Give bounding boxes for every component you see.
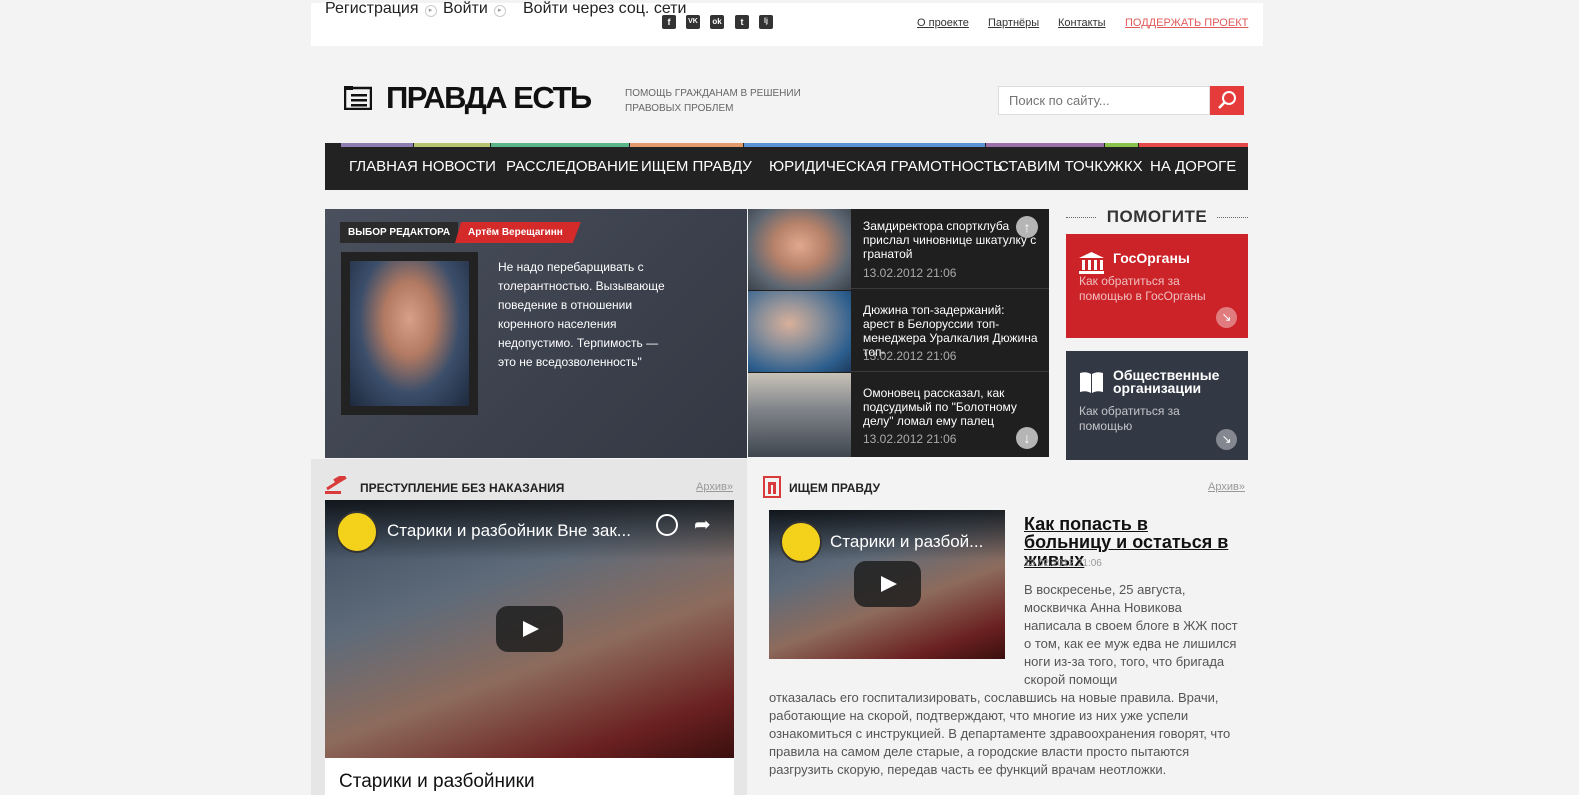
nav-seeking-truth[interactable]: ИЩЕМ ПРАВДУ [641, 143, 752, 190]
facebook-icon[interactable]: f [662, 15, 676, 29]
site-logo[interactable]: ПРАВДА ЕСТЬ [386, 80, 592, 116]
video-player[interactable]: Старики и разбой... [769, 510, 1005, 659]
article-date: 13.02.2012 21:06 [1024, 558, 1102, 569]
login-link[interactable]: Войти ▸ [443, 0, 506, 18]
site-tagline: ПОМОЩЬ ГРАЖДАНАМ В РЕШЕНИИ ПРАВОВЫХ ПРОБ… [625, 88, 801, 114]
nav-news[interactable]: НОВОСТИ [422, 143, 496, 190]
nav-investigation[interactable]: РАССЛЕДОВАНИЕ [506, 143, 639, 190]
featured-author[interactable]: Артём Верещагинн [455, 222, 581, 243]
support-project-link[interactable]: ПОДДЕРЖАТЬ ПРОЕКТ [1125, 17, 1248, 29]
scroll-up-button[interactable]: ↑ [1016, 216, 1038, 238]
video-title[interactable]: Старики и разбой... [830, 532, 983, 552]
help-box-government[interactable]: ГосОрганы Как обратиться за помощью в Го… [1066, 234, 1248, 338]
nav-on-the-road[interactable]: НА ДОРОГЕ [1150, 143, 1236, 190]
nav-final-point[interactable]: СТАВИМ ТОЧКУ [998, 143, 1113, 190]
government-building-icon [1079, 252, 1104, 274]
help-title: ПОМОГИТЕ [1066, 207, 1248, 227]
livejournal-icon[interactable]: lj [759, 15, 773, 29]
nav-home[interactable]: ГЛАВНАЯ [349, 143, 418, 190]
video-title[interactable]: Старики и разбойник Вне зак... [387, 521, 631, 541]
news-date: 13.02.2012 21:06 [863, 266, 957, 280]
share-icon[interactable]: ➦ [694, 512, 711, 537]
archive-link[interactable]: Архив» [1208, 481, 1245, 493]
arrow-diagonal-icon: ↘ [1216, 307, 1237, 328]
featured-quote[interactable]: Не надо перебарщивать с толерантностью. … [498, 258, 678, 372]
arrow-right-icon: ▸ [493, 5, 506, 17]
play-button[interactable] [496, 606, 563, 652]
contacts-link[interactable]: Контакты [1058, 17, 1106, 29]
twitter-icon[interactable]: t [735, 15, 749, 29]
register-label: Регистрация [325, 0, 419, 17]
news-thumbnail[interactable] [748, 373, 851, 457]
watch-later-icon[interactable] [656, 514, 678, 536]
news-separator [851, 371, 1049, 372]
odnoklassniki-icon[interactable]: ok [710, 15, 724, 29]
help-box-title-text: ГосОрганы [1113, 250, 1190, 266]
news-title[interactable]: Омоновец рассказал, как подсудимый по "Б… [863, 386, 1039, 428]
news-thumbnail[interactable] [748, 209, 851, 290]
login-label: Войти [443, 0, 488, 17]
featured-photo[interactable] [341, 252, 478, 415]
help-box-public-orgs[interactable]: Общественные организации Как обратиться … [1066, 351, 1248, 460]
arrow-right-icon: ▸ [424, 5, 437, 17]
search-input[interactable] [998, 86, 1210, 115]
about-link[interactable]: О проекте [917, 17, 969, 29]
channel-logo-icon[interactable] [336, 511, 378, 553]
article-text: В воскресенье, 25 августа, москвичка Анн… [1024, 582, 1238, 687]
vk-icon[interactable]: VK [686, 15, 700, 29]
newspaper-logo-icon [344, 86, 372, 110]
scroll-down-button[interactable]: ↓ [1016, 427, 1038, 449]
archive-link[interactable]: Архив» [696, 481, 733, 493]
editors-choice-label: ВЫБОР РЕДАКТОРА [340, 222, 459, 243]
news-separator [851, 288, 1049, 289]
gavel-icon [325, 476, 347, 494]
help-title-text: ПОМОГИТЕ [1096, 207, 1218, 226]
channel-logo-icon[interactable] [780, 521, 822, 563]
search-button[interactable] [1210, 86, 1244, 115]
search-icon [1218, 91, 1236, 109]
open-book-icon [1080, 372, 1103, 393]
article-text-continued: отказалась его госпитализировать, сослав… [769, 690, 1231, 777]
news-date: 13.02.2012 21:06 [863, 349, 957, 363]
arrow-diagonal-icon: ↘ [1216, 429, 1237, 450]
help-box-title-text: Общественные организации [1113, 367, 1220, 396]
help-box-desc: Как обратиться за помощью в ГосОрганы [1079, 274, 1206, 303]
register-link[interactable]: Регистрация ▸ [325, 0, 437, 18]
news-title[interactable]: Замдиректора спортклуба прислал чиновниц… [863, 219, 1039, 261]
section-title: ПРЕСТУПЛЕНИЕ БЕЗ НАКАЗАНИЯ [360, 481, 565, 495]
truth-section-icon [763, 476, 781, 498]
video-card-title[interactable]: Старики и разбойники [339, 771, 535, 793]
section-title: ИЩЕМ ПРАВДУ [789, 481, 881, 495]
nav-zhkh[interactable]: ЖКХ [1110, 143, 1143, 190]
partners-link[interactable]: Партнёры [988, 17, 1039, 29]
help-box-title: ГосОрганы [1079, 250, 1235, 274]
help-box-desc: Как обратиться за помощью [1079, 404, 1180, 433]
news-thumbnail[interactable] [748, 291, 851, 372]
nav-legal-literacy[interactable]: ЮРИДИЧЕСКАЯ ГРАМОТНОСТЬ [769, 143, 1003, 190]
portrait-image [350, 261, 469, 406]
arrow-up-icon: ↑ [1023, 219, 1031, 235]
help-box-title: Общественные организации [1079, 367, 1235, 396]
play-button[interactable] [854, 561, 921, 607]
news-date: 13.02.2012 21:06 [863, 432, 957, 446]
arrow-down-icon: ↓ [1023, 430, 1031, 446]
video-player[interactable]: Старики и разбойник Вне зак... ➦ [325, 500, 734, 758]
